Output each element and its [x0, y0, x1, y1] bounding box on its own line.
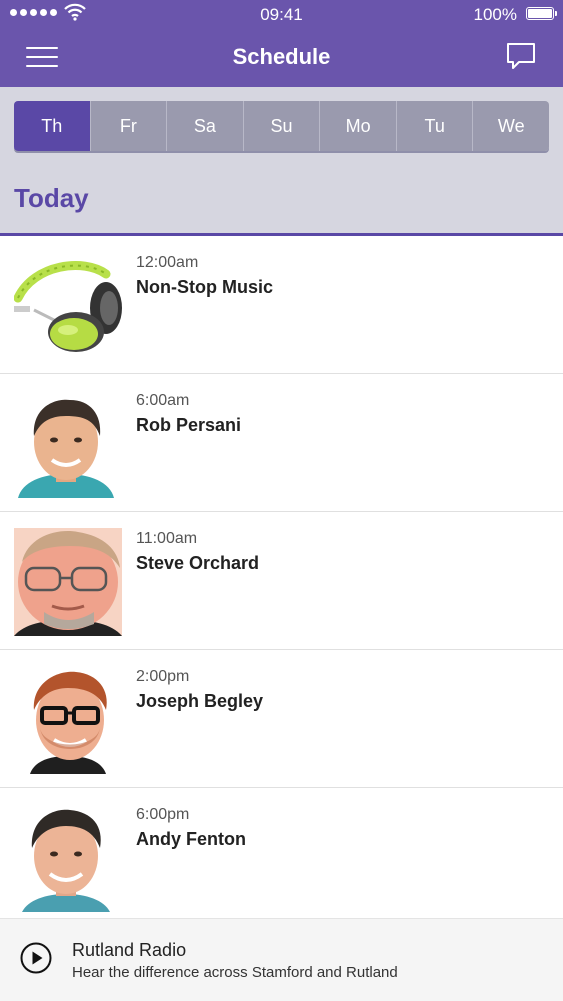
nav-bar: Schedule — [0, 30, 563, 87]
show-name: Non-Stop Music — [136, 277, 273, 297]
chat-bubble-icon[interactable] — [505, 41, 537, 71]
play-icon[interactable] — [20, 942, 52, 974]
show-time: 6:00am — [136, 392, 190, 409]
tab-we[interactable]: We — [472, 101, 549, 151]
show-thumbnail — [14, 804, 122, 912]
status-bar: 09:41 100% — [0, 0, 563, 30]
day-selector-area: Th Fr Sa Su Mo Tu We Today — [0, 87, 563, 235]
show-name: Andy Fenton — [136, 829, 246, 849]
headphones-icon — [14, 252, 122, 360]
show-thumbnail — [14, 390, 122, 498]
battery-percentage: 100% — [473, 5, 517, 24]
tab-fr[interactable]: Fr — [89, 101, 167, 151]
list-item[interactable]: 6:00pm Andy Fenton — [0, 788, 563, 926]
day-tabs: Th Fr Sa Su Mo Tu We — [14, 101, 549, 151]
presenter-photo — [14, 804, 122, 912]
show-name: Rob Persani — [136, 415, 242, 435]
list-item[interactable]: 11:00am Steve Orchard — [0, 512, 563, 650]
show-thumbnail — [14, 666, 122, 774]
battery-icon — [526, 7, 557, 20]
page-title: Schedule — [232, 44, 331, 69]
tab-th[interactable]: Th — [14, 101, 90, 151]
show-thumbnail — [14, 252, 122, 360]
show-time: 11:00am — [136, 530, 198, 547]
list-item[interactable]: 12:00am Non-Stop Music — [0, 236, 563, 374]
show-time: 2:00pm — [136, 668, 190, 685]
show-name: Joseph Begley — [136, 691, 264, 711]
presenter-photo — [14, 528, 122, 636]
presenter-photo — [14, 666, 122, 774]
show-time: 12:00am — [136, 254, 199, 271]
section-heading: Today — [14, 183, 89, 213]
presenter-photo — [14, 390, 122, 498]
list-item[interactable]: 2:00pm Joseph Begley — [0, 650, 563, 788]
list-item[interactable]: 6:00am Rob Persani — [0, 374, 563, 512]
schedule-list: 12:00am Non-Stop Music 6:00am Rob Persan… — [0, 236, 563, 926]
show-name: Steve Orchard — [136, 553, 260, 573]
now-playing-bar[interactable]: Rutland Radio Hear the difference across… — [0, 918, 563, 1001]
tab-su[interactable]: Su — [242, 101, 320, 151]
show-thumbnail — [14, 528, 122, 636]
tab-sa[interactable]: Sa — [166, 101, 243, 151]
station-name: Rutland Radio — [72, 940, 187, 960]
show-time: 6:00pm — [136, 806, 190, 823]
tab-tu[interactable]: Tu — [395, 101, 473, 151]
tab-mo[interactable]: Mo — [319, 101, 396, 151]
station-tagline: Hear the difference across Stamford and … — [72, 964, 398, 981]
